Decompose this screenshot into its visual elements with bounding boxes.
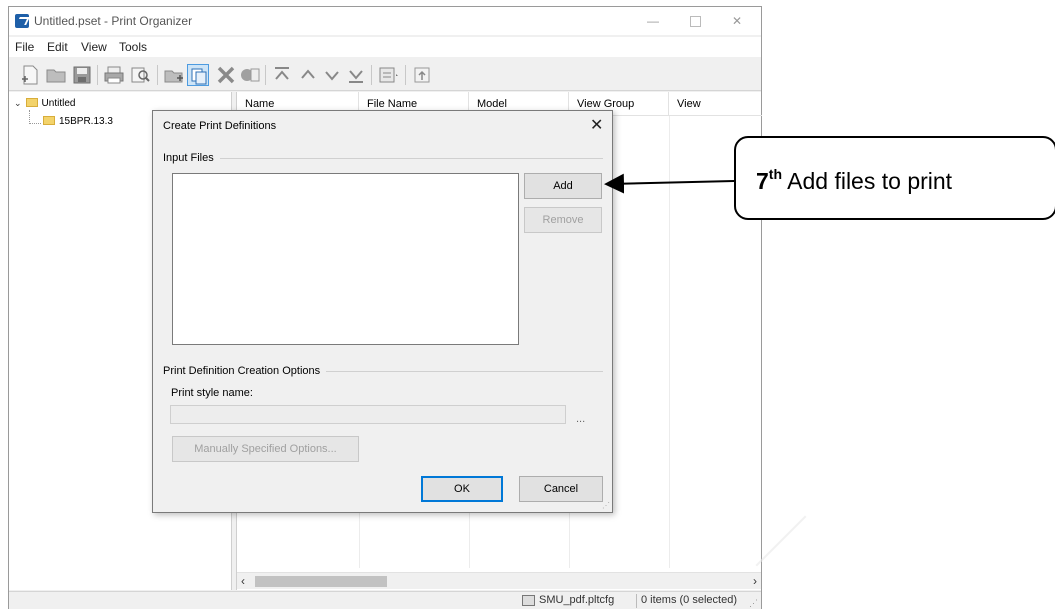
status-bar: SMU_pdf.pltcfg 0 items (0 selected) ⋰: [9, 591, 761, 609]
printer-config-label: SMU_pdf.pltcfg: [539, 594, 615, 606]
printer-icon: [522, 595, 535, 606]
save-icon[interactable]: [71, 64, 93, 86]
status-separator: [636, 594, 637, 608]
menu-tools[interactable]: Tools: [119, 40, 147, 54]
open-folder-icon[interactable]: [45, 64, 67, 86]
move-to-bottom-icon[interactable]: [345, 64, 367, 86]
folder-icon: [43, 116, 55, 125]
toolbar-separator: [157, 65, 158, 85]
move-down-icon[interactable]: [321, 64, 343, 86]
minimize-button[interactable]: —: [643, 11, 663, 31]
toolbar: [9, 59, 761, 91]
resize-grip-icon[interactable]: ⋰: [749, 598, 759, 608]
column-divider: [669, 116, 670, 568]
toolbar-separator: [371, 65, 372, 85]
input-files-group-label: Input Files: [163, 152, 220, 164]
toolbar-separator: [265, 65, 266, 85]
callout-step-suffix: th: [768, 166, 783, 182]
add-button[interactable]: Add: [524, 173, 602, 199]
group-divider: [163, 158, 603, 159]
delete-icon[interactable]: [215, 64, 237, 86]
print-style-name-label: Print style name:: [171, 387, 253, 399]
instruction-callout: 7th Add files to print: [734, 136, 1055, 220]
ok-button[interactable]: OK: [421, 476, 503, 502]
add-folder-icon[interactable]: [163, 64, 185, 86]
dialog-close-icon[interactable]: ✕: [590, 115, 603, 135]
new-file-icon[interactable]: [19, 64, 41, 86]
callout-text: 7th Add files to print: [756, 166, 952, 195]
scrollbar-thumb[interactable]: [255, 576, 387, 587]
items-count: 0 items (0 selected): [641, 594, 737, 606]
export-icon[interactable]: [411, 64, 433, 86]
folder-icon: [25, 98, 38, 107]
tree-root-item[interactable]: ⌄ Untitled: [14, 98, 75, 109]
tree-connector: [29, 110, 41, 124]
tree-root-label: Untitled: [41, 98, 76, 109]
cancel-button[interactable]: Cancel: [519, 476, 603, 502]
print-icon[interactable]: [103, 64, 125, 86]
preview-icon[interactable]: [129, 64, 151, 86]
window-title: Untitled.pset - Print Organizer: [34, 14, 193, 28]
add-files-icon[interactable]: [187, 64, 209, 86]
app-logo-icon: [15, 14, 29, 28]
toolbar-separator: [97, 65, 98, 85]
scroll-right-icon[interactable]: ›: [753, 574, 757, 588]
options-group-label: Print Definition Creation Options: [163, 365, 327, 377]
callout-instruction: Add files to print: [782, 168, 953, 194]
move-to-top-icon[interactable]: [271, 64, 293, 86]
remove-button[interactable]: Remove: [524, 207, 602, 233]
scroll-left-icon[interactable]: ‹: [241, 574, 245, 588]
chevron-down-icon[interactable]: ⌄: [14, 98, 22, 108]
column-header-view[interactable]: View: [669, 92, 762, 116]
print-style-name-field[interactable]: [170, 405, 566, 424]
horizontal-scrollbar[interactable]: ‹ ›: [237, 572, 761, 589]
input-files-listbox[interactable]: [172, 173, 519, 345]
callout-step-number: 7: [756, 168, 769, 194]
tree-child-label: 15BPR.13.3: [59, 116, 113, 127]
menu-view[interactable]: View: [81, 40, 107, 54]
printer-config-status[interactable]: SMU_pdf.pltcfg: [522, 594, 614, 606]
menu-file[interactable]: File: [15, 40, 34, 54]
properties-icon[interactable]: [239, 64, 261, 86]
move-up-icon[interactable]: [297, 64, 319, 86]
close-window-button[interactable]: ✕: [727, 11, 747, 31]
browse-button[interactable]: ...: [576, 413, 585, 425]
toolbar-separator: [405, 65, 406, 85]
dialog-resize-grip-icon[interactable]: ⋰: [602, 501, 610, 510]
title-bar: Untitled.pset - Print Organizer — ✕: [9, 7, 761, 35]
display-options-icon[interactable]: [377, 64, 399, 86]
watermark-stroke: [755, 515, 855, 615]
tree-child-item[interactable]: 15BPR.13.3: [43, 116, 113, 127]
dialog-title: Create Print Definitions: [163, 120, 277, 132]
create-print-definitions-dialog: Create Print Definitions ✕ Input Files A…: [152, 110, 613, 513]
manually-specified-options-button[interactable]: Manually Specified Options...: [172, 436, 359, 462]
maximize-button[interactable]: [685, 11, 705, 31]
menu-edit[interactable]: Edit: [47, 40, 68, 54]
menu-bar: File Edit View Tools: [9, 37, 761, 57]
